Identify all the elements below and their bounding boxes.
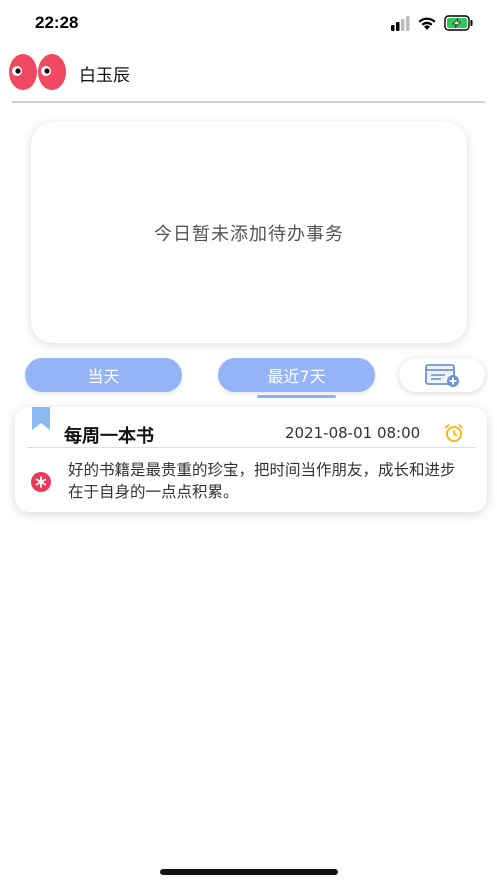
home-indicator[interactable] — [160, 869, 338, 875]
bookmark-icon — [32, 407, 50, 430]
add-task-button[interactable] — [399, 358, 485, 392]
task-divider — [27, 447, 476, 448]
user-name: 白玉辰 — [79, 66, 130, 86]
task-card[interactable]: 每周一本书 2021-08-01 08:00 好的书籍是最贵重的珍宝，把时间当作… — [15, 407, 487, 512]
asterisk-icon — [31, 472, 51, 492]
active-tab-indicator — [257, 395, 336, 398]
add-task-icon — [425, 364, 459, 387]
alarm-clock-icon[interactable] — [444, 423, 464, 443]
status-icons — [391, 15, 475, 35]
header: 白玉辰 — [0, 48, 497, 104]
wifi-icon — [418, 17, 436, 30]
tab-today-label: 当天 — [87, 367, 120, 386]
task-datetime: 2021-08-01 08:00 — [285, 424, 421, 442]
empty-state-message: 今日暂未添加待办事务 — [154, 223, 344, 245]
tab-recent-7-days-label: 最近7天 — [267, 367, 326, 386]
today-tasks-card: 今日暂未添加待办事务 — [31, 122, 467, 343]
header-divider — [12, 101, 485, 103]
eyes-avatar-icon[interactable] — [8, 52, 68, 94]
task-title: 每周一本书 — [64, 426, 154, 447]
battery-charging-icon — [444, 15, 473, 31]
tab-today[interactable]: 当天 — [25, 358, 182, 392]
cellular-signal-icon — [391, 16, 410, 31]
status-time: 22:28 — [35, 13, 79, 32]
tab-recent-7-days[interactable]: 最近7天 — [218, 358, 375, 392]
task-description: 好的书籍是最贵重的珍宝，把时间当作朋友，成长和进步在于自身的一点点积累。 — [68, 461, 456, 501]
status-bar: 22:28 — [0, 0, 497, 48]
